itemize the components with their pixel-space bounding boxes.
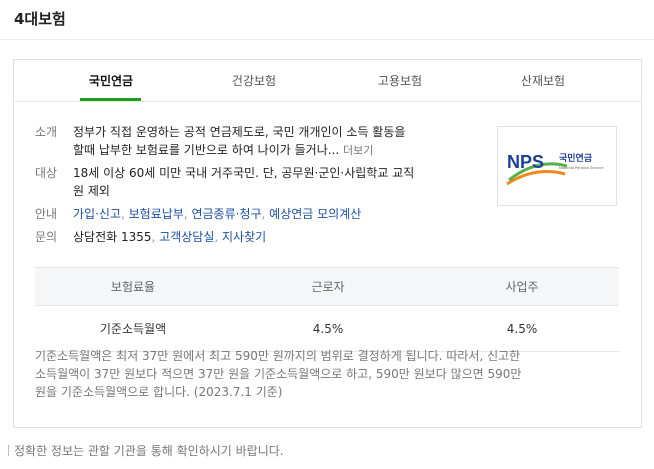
- info-contact-label: 문의: [35, 230, 58, 244]
- contact-phone: 상담전화 1355: [73, 230, 152, 244]
- rates-cell-employer: 4.5%: [425, 305, 619, 352]
- rates-header-row: 보험료율 근로자 사업주: [35, 267, 619, 306]
- logo-en-text: National Pension Service: [559, 166, 604, 170]
- rates-header-employer: 사업주: [425, 267, 619, 306]
- info-target-label: 대상: [35, 166, 58, 180]
- header-divider: [0, 39, 654, 40]
- tab-bar: 국민연금 건강보험 고용보험 산재보험: [14, 60, 641, 102]
- tab-health-insurance[interactable]: 건강보험: [194, 72, 314, 89]
- info-target: 대상 18세 이상 60세 미만 국내 거주국민. 단, 공무원·군인·사립학교…: [35, 164, 485, 200]
- nps-logo: NPS 국민연금 National Pension Service: [497, 126, 617, 206]
- info-intro-value: 정부가 직접 운영하는 공적 연금제도로, 국민 개개인이 소득 활동을 할때 …: [73, 123, 483, 160]
- rates-cell-basis: 기준소득월액: [35, 305, 231, 352]
- tab-national-pension[interactable]: 국민연금: [51, 72, 171, 89]
- footer-marker: [8, 445, 9, 456]
- active-tab-indicator: [80, 98, 141, 101]
- note-line-3: 원을 기준소득월액으로 합니다. (2023.7.1 기준): [35, 385, 283, 399]
- info-intro: 소개 정부가 직접 운영하는 공적 연금제도로, 국민 개개인이 소득 활동을 …: [35, 123, 485, 159]
- link-find-branch[interactable]: 지사찾기: [222, 230, 266, 244]
- insurance-card: 국민연금 건강보험 고용보험 산재보험 소개 정부가 직접 운영하는 공적 연금…: [13, 59, 642, 428]
- intro-line-2-text: 할때 납부한 보험료를 기반으로 하여 나이가 들거나...: [73, 143, 340, 157]
- info-guide: 안내 가입·신고, 보험료납부, 연금종류·청구, 예상연금 모의계산: [35, 205, 485, 223]
- target-line-1: 18세 이상 60세 미만 국내 거주국민. 단, 공무원·군인·사립학교 교직: [73, 166, 415, 180]
- table-row: 기준소득월액 4.5% 4.5%: [35, 305, 619, 352]
- target-line-2: 원 제외: [73, 184, 110, 198]
- link-enroll-report[interactable]: 가입·신고: [73, 207, 121, 221]
- intro-line-2: 할때 납부한 보험료를 기반으로 하여 나이가 들거나... 더보기: [73, 141, 483, 160]
- info-target-value: 18세 이상 60세 미만 국내 거주국민. 단, 공무원·군인·사립학교 교직…: [73, 164, 483, 200]
- note-line-2: 소득월액이 37만 원보다 적으면 37만 원을 기준소득월액으로 하고, 59…: [35, 367, 522, 381]
- link-pension-types-claim[interactable]: 연금종류·청구: [191, 207, 261, 221]
- info-guide-links: 가입·신고, 보험료납부, 연금종류·청구, 예상연금 모의계산: [73, 207, 362, 221]
- info-intro-label: 소개: [35, 125, 58, 139]
- tab-industrial-accident-insurance[interactable]: 산재보험: [483, 72, 603, 89]
- footer-notice: 정확한 정보는 관할 기관을 통해 확인하시기 바랍니다.: [14, 444, 284, 458]
- nps-logo-graphic: NPS 국민연금 National Pension Service: [506, 152, 604, 186]
- rates-table: 보험료율 근로자 사업주 기준소득월액 4.5% 4.5%: [35, 267, 619, 352]
- logo-kr-text: 국민연금: [559, 152, 593, 164]
- info-contact: 문의 상담전화 1355, 고객상담실, 지사찾기: [35, 228, 485, 246]
- page-title: 4대보험: [14, 10, 66, 28]
- note-line-1: 기준소득월액은 최저 37만 원에서 최고 590만 원까지의 범위로 결정하게…: [35, 349, 521, 363]
- rates-header-rate: 보험료율: [35, 267, 231, 306]
- rates-header-employee: 근로자: [231, 267, 425, 306]
- rates-note: 기준소득월액은 최저 37만 원에서 최고 590만 원까지의 범위로 결정하게…: [35, 347, 621, 401]
- tab-employment-insurance[interactable]: 고용보험: [340, 72, 460, 89]
- more-link[interactable]: 더보기: [343, 144, 373, 157]
- logo-nps-text: NPS: [507, 152, 544, 172]
- link-pension-simulation[interactable]: 예상연금 모의계산: [269, 207, 361, 221]
- rates-cell-employee: 4.5%: [231, 305, 425, 352]
- link-customer-center[interactable]: 고객상담실: [159, 230, 214, 244]
- link-premium-payment[interactable]: 보험료납부: [129, 207, 184, 221]
- info-contact-value: 상담전화 1355, 고객상담실, 지사찾기: [73, 230, 267, 244]
- info-guide-label: 안내: [35, 207, 58, 221]
- intro-line-1: 정부가 직접 운영하는 공적 연금제도로, 국민 개개인이 소득 활동을: [73, 125, 406, 139]
